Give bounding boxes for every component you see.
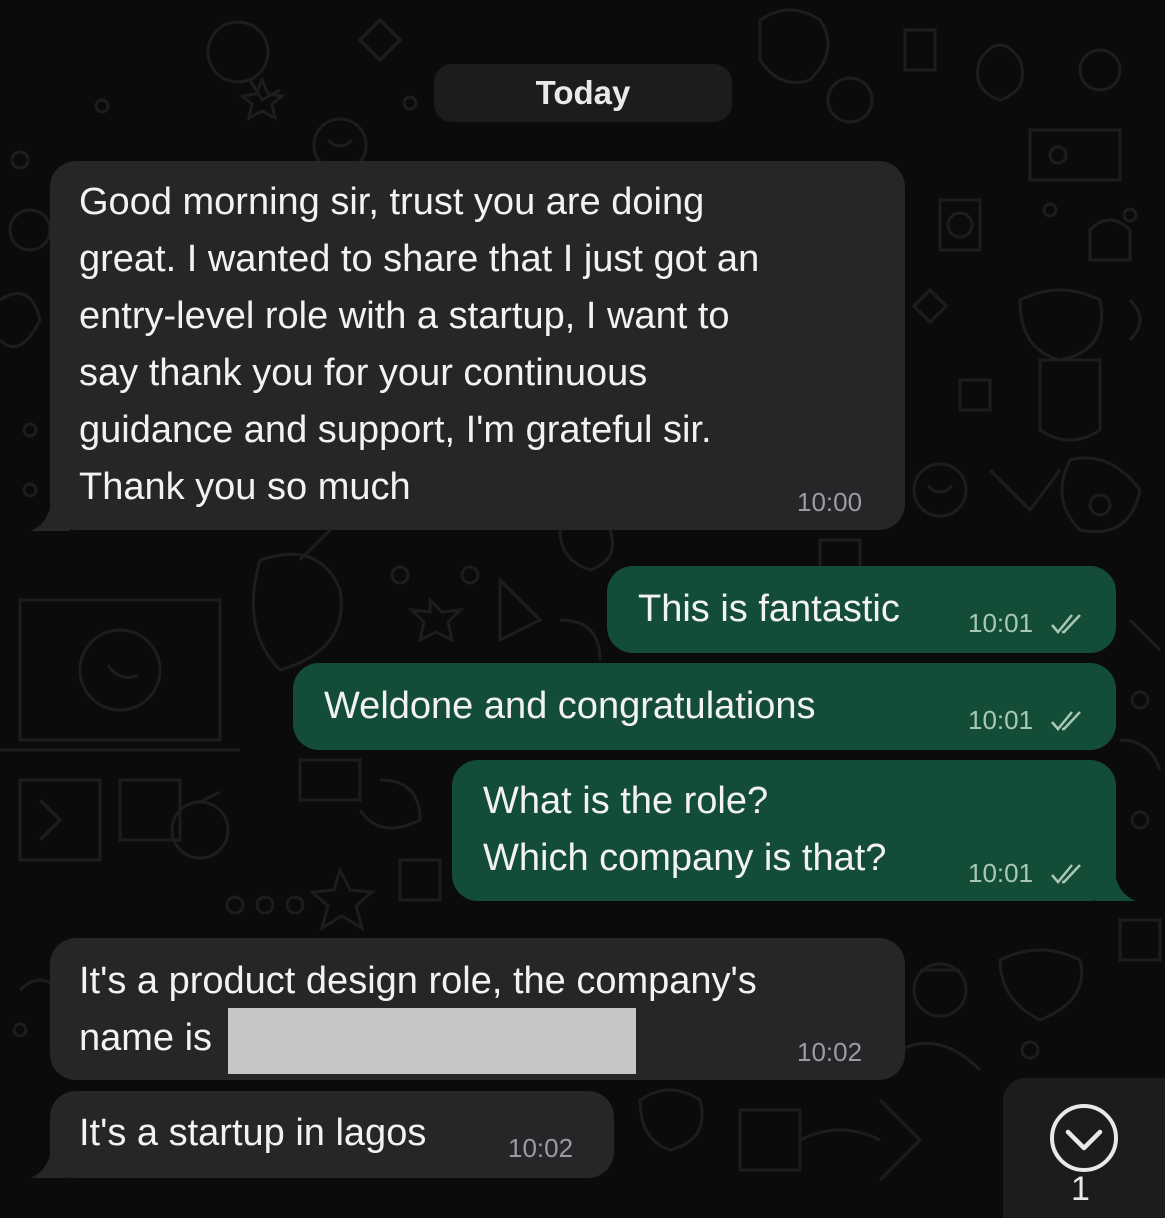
message-bubble-incoming[interactable]: Good morning sir, trust you are doing gr… xyxy=(30,161,905,531)
message-bubble-incoming[interactable]: It's a startup in lagos 10:02 xyxy=(30,1091,614,1178)
message-time: 10:01 xyxy=(968,608,1034,638)
chevron-down-circle-icon xyxy=(1050,1104,1118,1172)
message-text: This is fantastic xyxy=(638,588,900,630)
message-bubble-outgoing[interactable]: Weldone and congratulations 10:01 xyxy=(293,663,1116,750)
read-ticks-icon xyxy=(1051,614,1081,634)
scroll-to-bottom-button[interactable]: 1 xyxy=(1003,1078,1165,1218)
message-bubble-outgoing[interactable]: What is the role? Which company is that?… xyxy=(452,760,1136,901)
message-time: 10:02 xyxy=(508,1133,574,1163)
message-bubble-incoming[interactable]: It's a product design role, the company'… xyxy=(50,938,905,1080)
read-ticks-icon xyxy=(1051,711,1081,731)
message-time: 10:01 xyxy=(968,705,1034,735)
message-text: What is the role? Which company is that? xyxy=(483,780,887,879)
message-time: 10:00 xyxy=(797,487,863,517)
unread-count-badge: 1 xyxy=(1071,1170,1090,1208)
message-time: 10:02 xyxy=(797,1037,863,1067)
message-bubble-outgoing[interactable]: This is fantastic 10:01 xyxy=(607,566,1116,653)
bubble-tail xyxy=(30,491,70,531)
read-ticks-icon xyxy=(1051,864,1081,884)
redacted-company-name xyxy=(228,1008,636,1074)
bubble-tail xyxy=(30,1138,70,1178)
message-text: Weldone and congratulations xyxy=(324,685,816,727)
message-text: Good morning sir, trust you are doing gr… xyxy=(79,181,760,508)
bubble-tail xyxy=(1096,861,1136,901)
message-text: It's a startup in lagos xyxy=(79,1112,427,1154)
date-separator: Today xyxy=(434,64,732,122)
message-time: 10:01 xyxy=(968,858,1034,888)
